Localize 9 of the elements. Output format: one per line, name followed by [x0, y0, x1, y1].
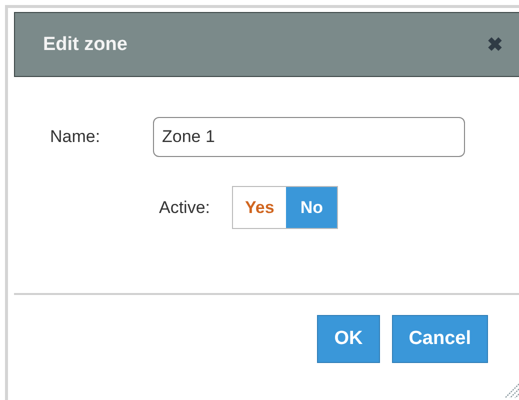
resize-grip-icon — [503, 382, 519, 398]
name-field[interactable]: Zone 1 — [153, 117, 465, 157]
dialog-button[interactable]: Cancel — [392, 315, 488, 363]
close-button[interactable]: ✖ — [487, 32, 503, 56]
toggle-option[interactable]: No — [286, 187, 338, 228]
field-label: Active: — [159, 198, 210, 218]
field-label: Name: — [50, 127, 102, 147]
dialog-button[interactable]: OK — [317, 315, 380, 363]
dialog-title: Edit zone — [43, 34, 128, 56]
